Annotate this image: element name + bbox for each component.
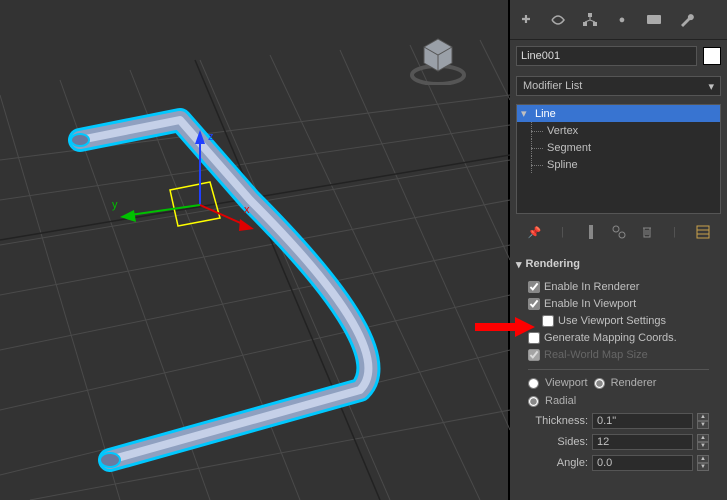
create-tab-icon[interactable]: ✚ [516, 10, 536, 30]
thickness-label: Thickness: [528, 415, 588, 427]
command-panel-tabs: ✚ ● [510, 0, 727, 40]
modifier-stack-root[interactable]: ▾ Line [517, 105, 720, 122]
remove-modifier-icon[interactable] [639, 224, 655, 240]
stack-toolbar: 📌 | | [510, 218, 727, 250]
enable-in-viewport-label: Enable In Viewport [544, 298, 636, 310]
utilities-tab-icon[interactable] [676, 10, 696, 30]
twisty-icon[interactable]: ▾ [521, 107, 531, 120]
chevron-down-icon: ▾ [708, 80, 714, 93]
viewport[interactable]: z y x [0, 0, 510, 500]
sides-label: Sides: [528, 436, 588, 448]
show-end-result-icon[interactable] [583, 224, 599, 240]
viewport-radio[interactable] [528, 378, 539, 389]
real-world-map-row: Real-World Map Size [528, 347, 709, 363]
radial-radio[interactable] [528, 396, 539, 407]
sides-input[interactable]: 12 [592, 434, 693, 450]
radial-radio-row: Radial [528, 392, 709, 410]
thickness-spinner[interactable]: ▲▼ [697, 413, 709, 429]
motion-tab-icon[interactable]: ● [612, 10, 632, 30]
rendering-rollout: ▾ Rendering Enable In Renderer Enable In… [516, 254, 721, 478]
display-tab-icon[interactable] [644, 10, 664, 30]
sides-spinner[interactable]: ▲▼ [697, 434, 709, 450]
viewport-radio-label: Viewport [545, 377, 588, 389]
sides-row: Sides: 12 ▲▼ [528, 432, 709, 452]
renderer-radio[interactable] [594, 378, 605, 389]
thickness-row: Thickness: 0.1" ▲▼ [528, 411, 709, 431]
generate-mapping-label: Generate Mapping Coords. [544, 332, 677, 344]
enable-in-viewport-checkbox[interactable] [528, 298, 540, 310]
radial-radio-label: Radial [545, 395, 576, 407]
viewcube[interactable] [408, 25, 468, 85]
modifier-stack-root-label: Line [535, 108, 556, 120]
enable-in-renderer-checkbox[interactable] [528, 281, 540, 293]
use-viewport-settings-row: Use Viewport Settings [528, 313, 709, 329]
use-viewport-settings-checkbox[interactable] [542, 315, 554, 327]
modifier-list-label: Modifier List [523, 80, 582, 92]
rendering-rollout-title: Rendering [526, 258, 580, 270]
enable-in-renderer-label: Enable In Renderer [544, 281, 639, 293]
enable-in-viewport-row: Enable In Viewport [528, 296, 709, 312]
enable-in-renderer-row: Enable In Renderer [528, 279, 709, 295]
subobject-vertex[interactable]: Vertex [517, 122, 720, 139]
generate-mapping-row: Generate Mapping Coords. [528, 330, 709, 346]
angle-input[interactable]: 0.0 [592, 455, 693, 471]
subobject-segment[interactable]: Segment [517, 139, 720, 156]
renderer-radio-label: Renderer [611, 377, 657, 389]
use-viewport-settings-label: Use Viewport Settings [558, 315, 666, 327]
real-world-map-label: Real-World Map Size [544, 349, 648, 361]
object-color-swatch[interactable] [703, 47, 721, 65]
annotation-arrow [475, 315, 535, 339]
command-panel: ✚ ● Modifier List ▾ ▾ Line Vertex Segmen… [510, 0, 727, 500]
configure-modifier-sets-icon[interactable] [695, 224, 711, 240]
thickness-input[interactable]: 0.1" [592, 413, 693, 429]
modifier-stack[interactable]: ▾ Line Vertex Segment Spline [516, 104, 721, 214]
pin-stack-icon[interactable]: 📌 [527, 224, 543, 240]
angle-spinner[interactable]: ▲▼ [697, 455, 709, 471]
angle-label: Angle: [528, 457, 588, 469]
real-world-map-checkbox [528, 349, 540, 361]
make-unique-icon[interactable] [611, 224, 627, 240]
modifier-list-dropdown[interactable]: Modifier List ▾ [516, 76, 721, 96]
viewport-renderer-radio-row: Viewport Renderer [528, 374, 709, 392]
twisty-icon: ▾ [516, 258, 522, 271]
angle-row: Angle: 0.0 ▲▼ [528, 453, 709, 473]
rendering-rollout-header[interactable]: ▾ Rendering [516, 254, 721, 274]
subobject-spline[interactable]: Spline [517, 156, 720, 173]
object-name-input[interactable] [516, 46, 697, 66]
hierarchy-tab-icon[interactable] [580, 10, 600, 30]
modify-tab-icon[interactable] [548, 10, 568, 30]
